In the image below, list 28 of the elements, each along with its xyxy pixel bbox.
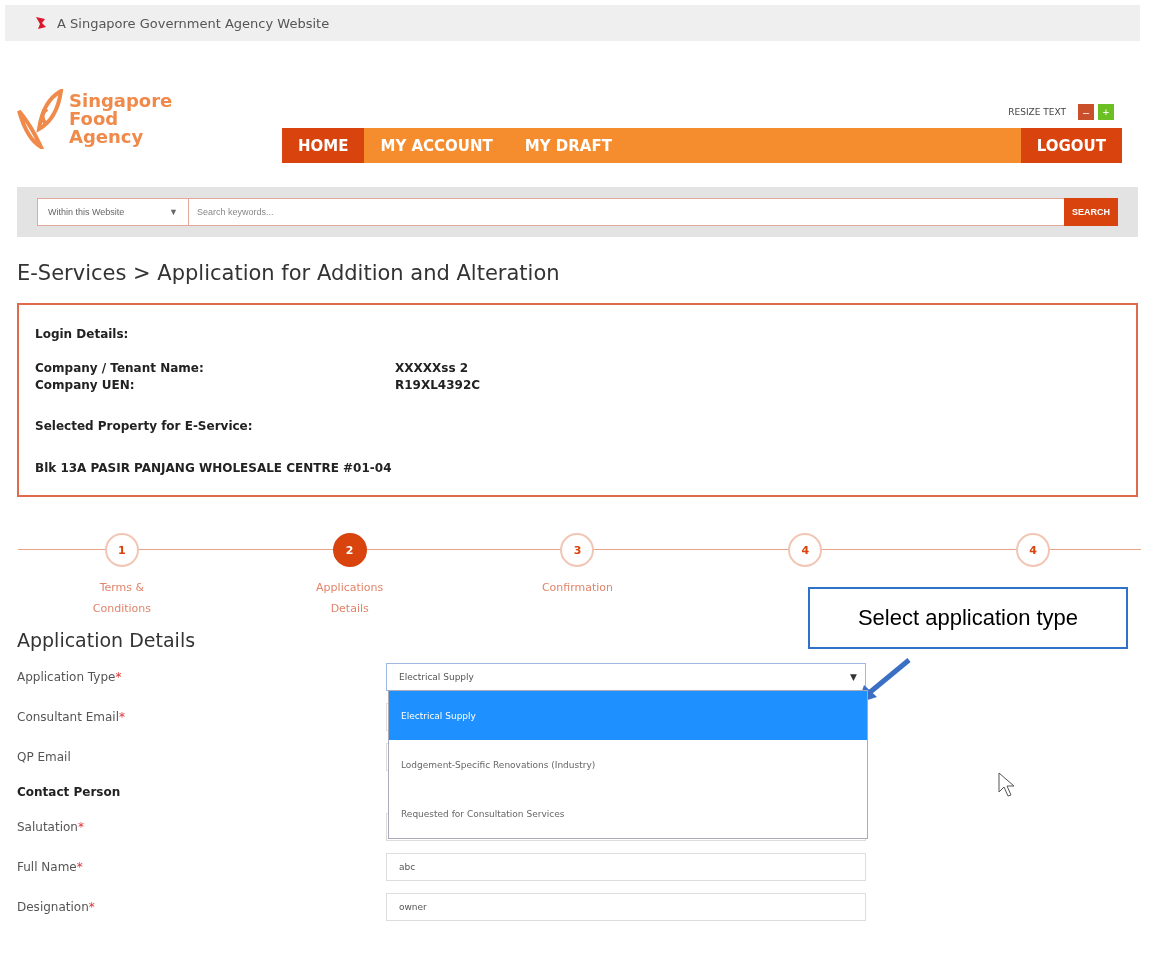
field-label: Designation [17, 900, 89, 914]
detail-value: XXXXXss 2 [395, 361, 470, 375]
detail-label: Company UEN: [35, 378, 136, 392]
field-label: Application Type [17, 670, 116, 684]
resize-text-label: RESIZE TEXT [1008, 107, 1066, 117]
field-label: Salutation [17, 820, 78, 834]
step-label: Confirmation [541, 580, 614, 596]
section-title: Application Details [17, 629, 196, 651]
section-heading: Contact Person [17, 785, 121, 799]
page-title: E-Services > Application for Addition and Alteration [17, 261, 561, 285]
required-asterisk: * [119, 710, 125, 724]
detail-value: R19XL4392C [395, 378, 482, 392]
field-label: Full Name [17, 860, 77, 874]
agency-logo-text: Singapore Food Agency [69, 92, 173, 146]
required-asterisk: * [76, 860, 83, 874]
required-asterisk: * [77, 820, 84, 834]
gov-banner-text: A Singapore Government Agency Website [57, 15, 330, 31]
login-details-title: Login Details: [35, 327, 130, 341]
required-asterisk: * [115, 670, 122, 684]
detail-label: Company / Tenant Name: [35, 361, 205, 375]
required-asterisk: * [88, 900, 95, 914]
step-label: Applications Details [316, 580, 384, 617]
field-label: QP Email [17, 750, 71, 764]
step-label: Terms & Conditions [92, 580, 151, 617]
field-label: Consultant Email [17, 710, 119, 724]
property-title: Selected Property for E-Service: [35, 419, 254, 433]
callout-box: Select application type [808, 587, 1128, 649]
property-address: Blk 13A PASIR PANJANG WHOLESALE CENTRE #01-04 [35, 461, 393, 475]
